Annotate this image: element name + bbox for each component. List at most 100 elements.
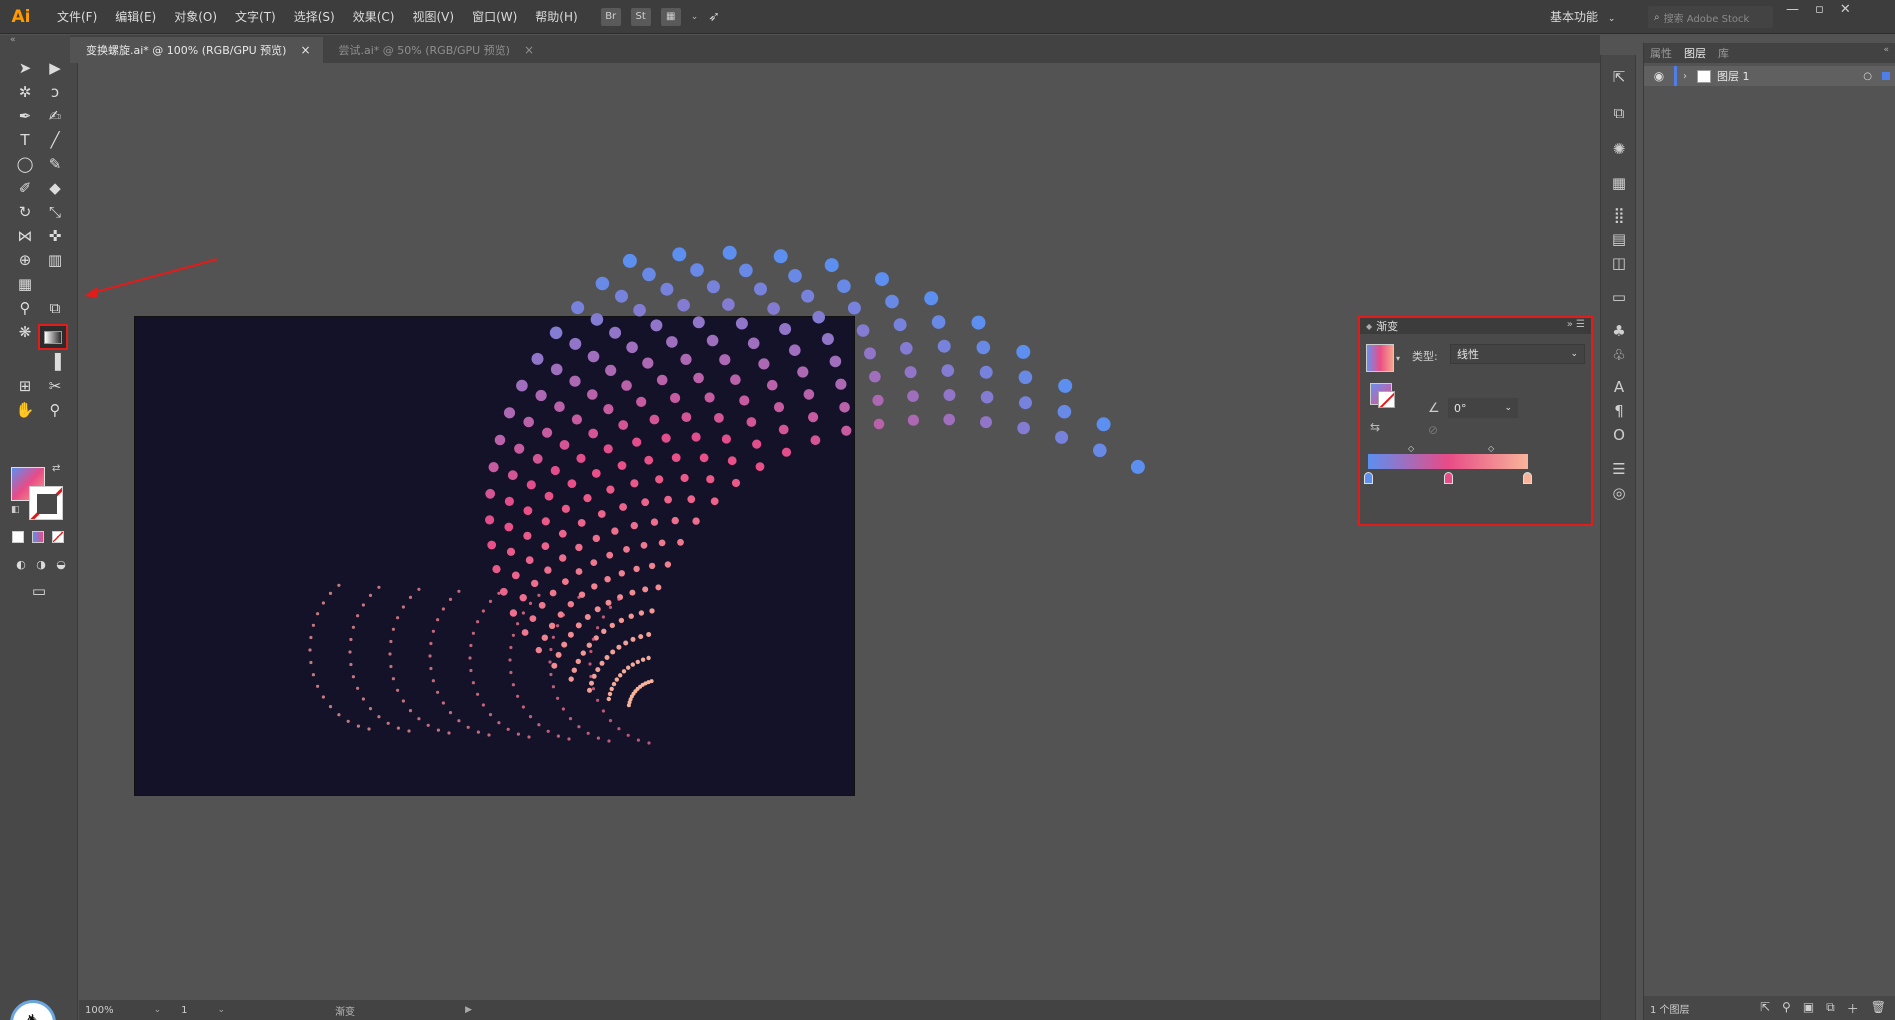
- tab-document-active[interactable]: 变换螺旋.ai* @ 100% (RGB/GPU 预览) ×: [70, 37, 323, 63]
- type-tool-icon[interactable]: T: [12, 129, 38, 151]
- align-icon[interactable]: ▤: [1609, 229, 1629, 249]
- gradient-slider[interactable]: [1368, 454, 1528, 469]
- gpu-performance-icon[interactable]: ➶: [708, 9, 720, 25]
- tab-libraries[interactable]: 库: [1718, 45, 1729, 61]
- menu-select[interactable]: 选择(S): [285, 0, 344, 34]
- clipping-mask-icon[interactable]: ▣: [1803, 1000, 1814, 1017]
- curvature-tool-icon[interactable]: ✍: [42, 105, 68, 127]
- color-stop[interactable]: [1523, 472, 1532, 484]
- shape-builder-icon[interactable]: ⊕: [12, 249, 38, 271]
- current-tool-label[interactable]: 渐变: [335, 1003, 355, 1018]
- color-mode-icon[interactable]: [12, 531, 24, 543]
- chevron-down-icon[interactable]: ⌄: [218, 1005, 226, 1015]
- layer-name[interactable]: 图层 1: [1717, 68, 1750, 84]
- menu-effect[interactable]: 效果(C): [344, 0, 404, 34]
- close-icon[interactable]: ✕: [1840, 2, 1851, 17]
- swatches-icon[interactable]: ▦: [1609, 173, 1629, 193]
- scale-tool-icon[interactable]: ⤡: [42, 201, 68, 223]
- hand-tool-icon[interactable]: ✋: [12, 399, 38, 421]
- transform-icon[interactable]: ⧉: [1609, 103, 1629, 123]
- chevron-down-icon[interactable]: ⌄: [154, 1005, 162, 1015]
- minimize-icon[interactable]: —: [1786, 2, 1799, 17]
- color-stop[interactable]: [1444, 472, 1453, 484]
- menu-file[interactable]: 文件(F): [48, 0, 106, 34]
- close-tab-icon[interactable]: ×: [300, 43, 310, 57]
- target-circle-icon[interactable]: ○: [1863, 71, 1872, 82]
- reverse-gradient-icon[interactable]: ⇆: [1370, 420, 1380, 434]
- opentype-icon[interactable]: O: [1609, 425, 1629, 445]
- menu-view[interactable]: 视图(V): [403, 0, 463, 34]
- new-layer-icon[interactable]: ＋: [1847, 1000, 1859, 1017]
- menu-object[interactable]: 对象(O): [165, 0, 226, 34]
- eyedropper-icon[interactable]: ⚲: [12, 297, 38, 319]
- menu-help[interactable]: 帮助(H): [526, 0, 586, 34]
- tab-properties[interactable]: 属性: [1650, 45, 1672, 61]
- maximize-icon[interactable]: ▫: [1815, 2, 1824, 17]
- menu-window[interactable]: 窗口(W): [463, 0, 526, 34]
- play-icon[interactable]: ▶: [465, 1005, 472, 1015]
- zoom-level[interactable]: 100%: [85, 1005, 114, 1016]
- selection-indicator[interactable]: [1882, 72, 1890, 80]
- locate-object-icon[interactable]: ⚲: [1782, 1000, 1791, 1017]
- export-icon[interactable]: ⇱: [1609, 67, 1629, 87]
- ellipse-tool-icon[interactable]: ◯: [12, 153, 38, 175]
- angle-field[interactable]: 0° ⌄: [1448, 398, 1518, 418]
- layer-row[interactable]: ◉ › 图层 1 ○: [1644, 66, 1895, 86]
- perspective-grid-icon[interactable]: ▥: [42, 249, 68, 271]
- collapse-icon[interactable]: «: [1883, 45, 1889, 55]
- spiral-artwork[interactable]: [270, 210, 860, 800]
- aspect-ratio-icon[interactable]: ⊘: [1428, 423, 1438, 437]
- tab-layers[interactable]: 图层: [1684, 45, 1706, 61]
- color-guide-icon[interactable]: ✺: [1609, 139, 1629, 159]
- symbols-icon[interactable]: ♧: [1609, 345, 1629, 365]
- chevron-down-icon[interactable]: ⌄: [691, 12, 699, 22]
- draw-inside-icon[interactable]: ◒: [48, 553, 74, 575]
- stroke-swatch[interactable]: [29, 486, 63, 520]
- paragraph-icon[interactable]: ¶: [1609, 401, 1629, 421]
- panel-menu-icon[interactable]: » ☰: [1567, 319, 1585, 330]
- midpoint-marker-icon[interactable]: ◇: [1408, 444, 1414, 453]
- character-icon[interactable]: A: [1609, 377, 1629, 397]
- blend-tool-icon[interactable]: ⧉: [42, 297, 68, 319]
- mesh-tool-icon[interactable]: ▦: [12, 273, 38, 295]
- zoom-tool-icon[interactable]: ⚲: [42, 399, 68, 421]
- eraser-icon[interactable]: ◆: [42, 177, 68, 199]
- appearance-icon[interactable]: ◎: [1609, 483, 1629, 503]
- line-tool-icon[interactable]: ╱: [42, 129, 68, 151]
- page-number[interactable]: 1: [181, 1005, 187, 1016]
- visibility-eye-icon[interactable]: ◉: [1644, 69, 1674, 83]
- paintbrush-icon[interactable]: ✎: [42, 153, 68, 175]
- stock-search[interactable]: ⌕ 搜索 Adobe Stock: [1648, 6, 1773, 28]
- gradient-type-select[interactable]: 线性 ⌄: [1450, 344, 1585, 364]
- rotate-tool-icon[interactable]: ↻: [12, 201, 38, 223]
- width-tool-icon[interactable]: ⋈: [12, 225, 38, 247]
- expand-arrow-icon[interactable]: ›: [1683, 71, 1697, 82]
- gradient-mode-icon[interactable]: [32, 531, 44, 543]
- direct-selection-tool-icon[interactable]: ▶: [42, 57, 68, 79]
- gradient-panel-header[interactable]: ◆ 渐变 » ☰: [1360, 318, 1591, 334]
- lasso-icon[interactable]: ↄ: [42, 81, 68, 103]
- graphic-styles-icon[interactable]: ♣: [1609, 321, 1629, 341]
- none-mode-icon[interactable]: [52, 531, 64, 543]
- gradient-tool-icon[interactable]: [38, 324, 68, 350]
- stock-button[interactable]: St: [630, 7, 651, 26]
- swap-fill-stroke-icon[interactable]: ⇄: [52, 463, 60, 474]
- close-tab-icon[interactable]: ×: [524, 43, 534, 57]
- default-colors-icon[interactable]: ◧: [11, 505, 20, 515]
- magic-wand-icon[interactable]: ✲: [12, 81, 38, 103]
- trash-icon[interactable]: 🗑: [1871, 1000, 1886, 1017]
- gradient-preview-swatch[interactable]: [1366, 344, 1394, 372]
- layers-icon[interactable]: ☰: [1609, 459, 1629, 479]
- midpoint-marker-icon[interactable]: ◇: [1488, 444, 1494, 453]
- brushes-icon[interactable]: ⣿: [1609, 205, 1629, 225]
- shaper-tool-icon[interactable]: ✐: [12, 177, 38, 199]
- export-icon[interactable]: ⇱: [1760, 1000, 1770, 1017]
- artboard-tool-icon[interactable]: ⊞: [12, 375, 38, 397]
- menu-edit[interactable]: 编辑(E): [106, 0, 165, 34]
- new-sublayer-icon[interactable]: ⧉: [1826, 1000, 1835, 1017]
- screen-mode-icon[interactable]: ▭: [26, 580, 52, 602]
- slice-tool-icon[interactable]: ✂: [42, 375, 68, 397]
- tab-document-inactive[interactable]: 尝试.ai* @ 50% (RGB/GPU 预览) ×: [323, 37, 547, 63]
- workspace-switcher[interactable]: 基本功能 ⌄: [1550, 8, 1615, 25]
- gradient-stroke-swatch[interactable]: [1378, 391, 1395, 408]
